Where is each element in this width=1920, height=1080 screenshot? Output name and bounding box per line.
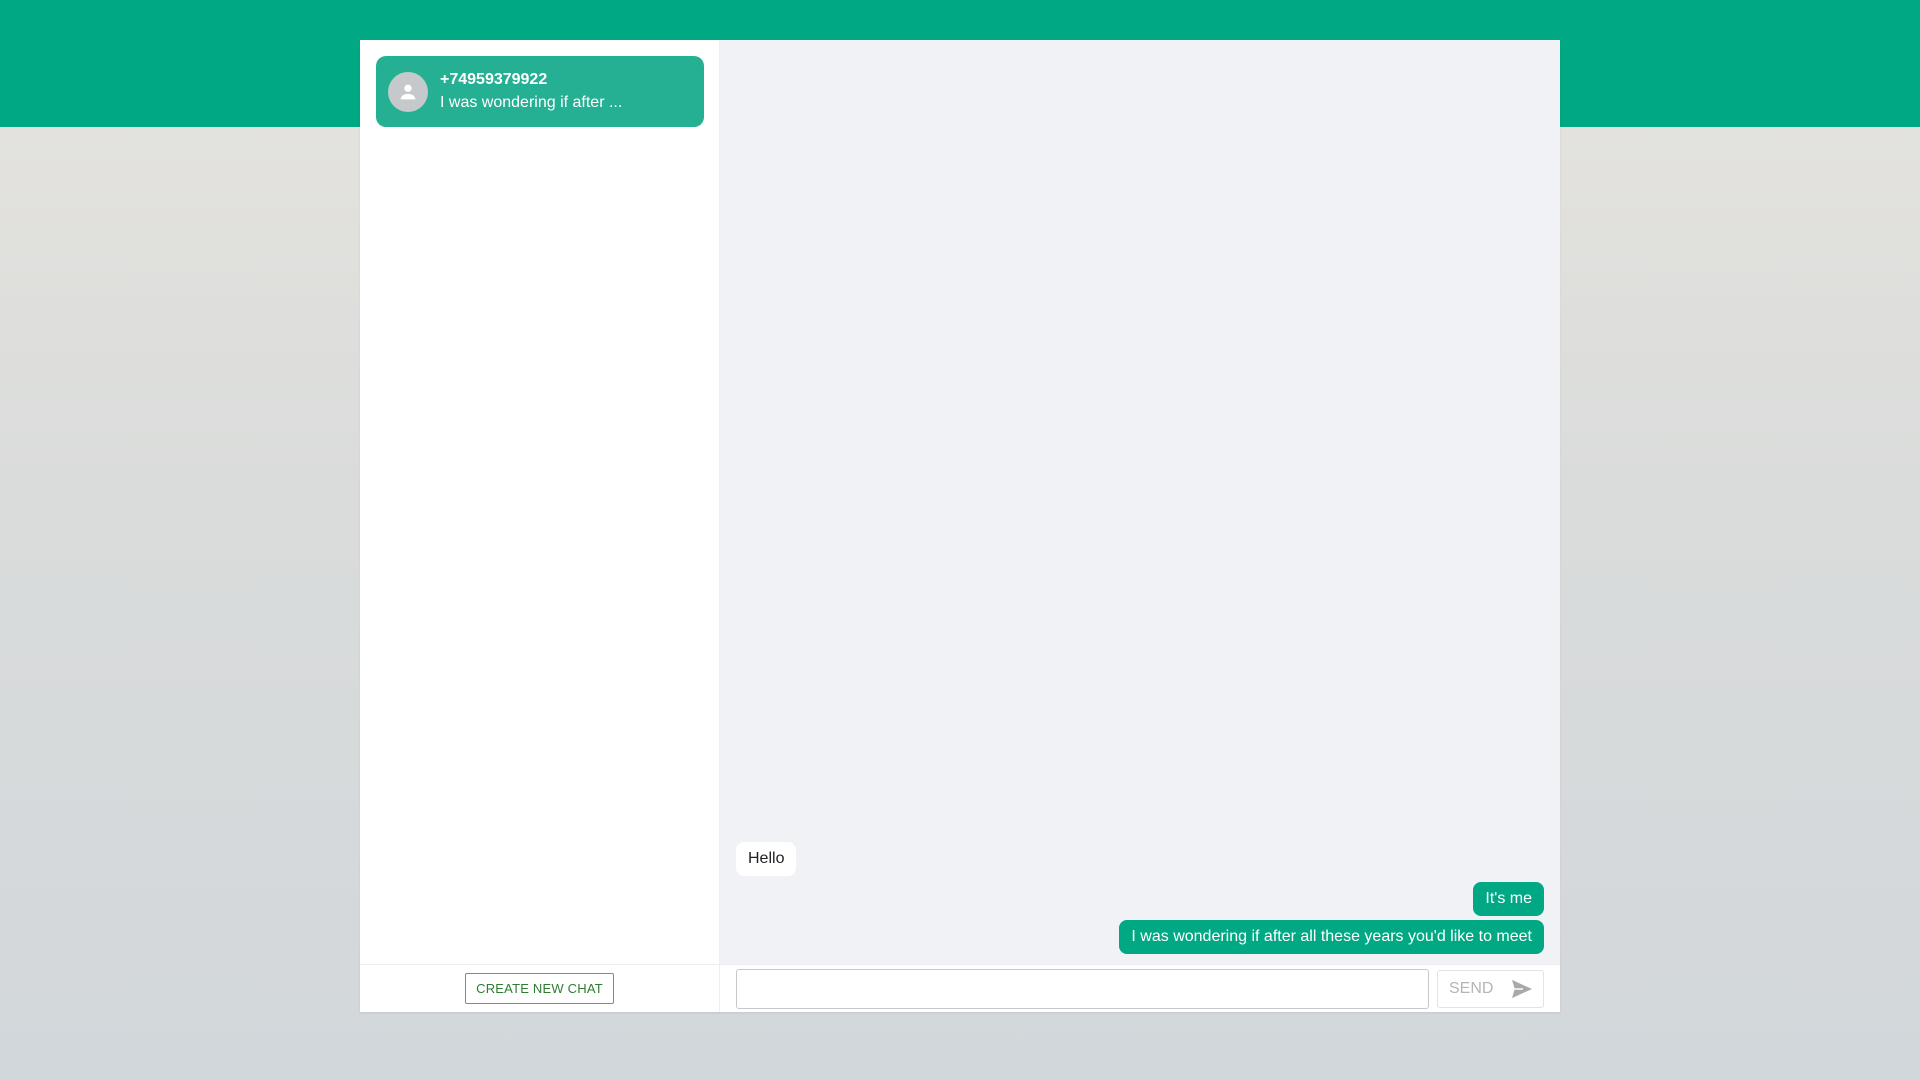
send-icon	[1512, 979, 1532, 998]
send-button[interactable]: SEND	[1437, 969, 1544, 1008]
chat-list-item[interactable]: +74959379922 I was wondering if after ..…	[376, 56, 704, 127]
outgoing-message: It's me	[1473, 882, 1544, 916]
chat-last-message-preview: I was wondering if after ...	[440, 94, 623, 111]
conversation-panel: Hello It's me I was wondering if after a…	[720, 40, 1560, 1012]
chat-app-window: +74959379922 I was wondering if after ..…	[360, 40, 1560, 1012]
outgoing-message: I was wondering if after all these years…	[1119, 920, 1544, 954]
sidebar-footer: CREATE NEW CHAT	[360, 964, 719, 1012]
chat-list-item-text: +74959379922 I was wondering if after ..…	[440, 69, 622, 114]
incoming-message: Hello	[736, 842, 797, 876]
chat-list-sidebar: +74959379922 I was wondering if after ..…	[360, 40, 720, 1012]
create-new-chat-button[interactable]: CREATE NEW CHAT	[465, 973, 614, 1004]
person-icon	[400, 84, 416, 99]
message-list: Hello It's me I was wondering if after a…	[720, 838, 1560, 954]
message-input[interactable]	[736, 968, 1429, 1009]
chat-contact-name: +74959379922	[440, 71, 548, 88]
avatar	[388, 71, 428, 112]
message-composer: SEND	[720, 964, 1560, 1012]
send-button-label: SEND	[1449, 979, 1494, 997]
